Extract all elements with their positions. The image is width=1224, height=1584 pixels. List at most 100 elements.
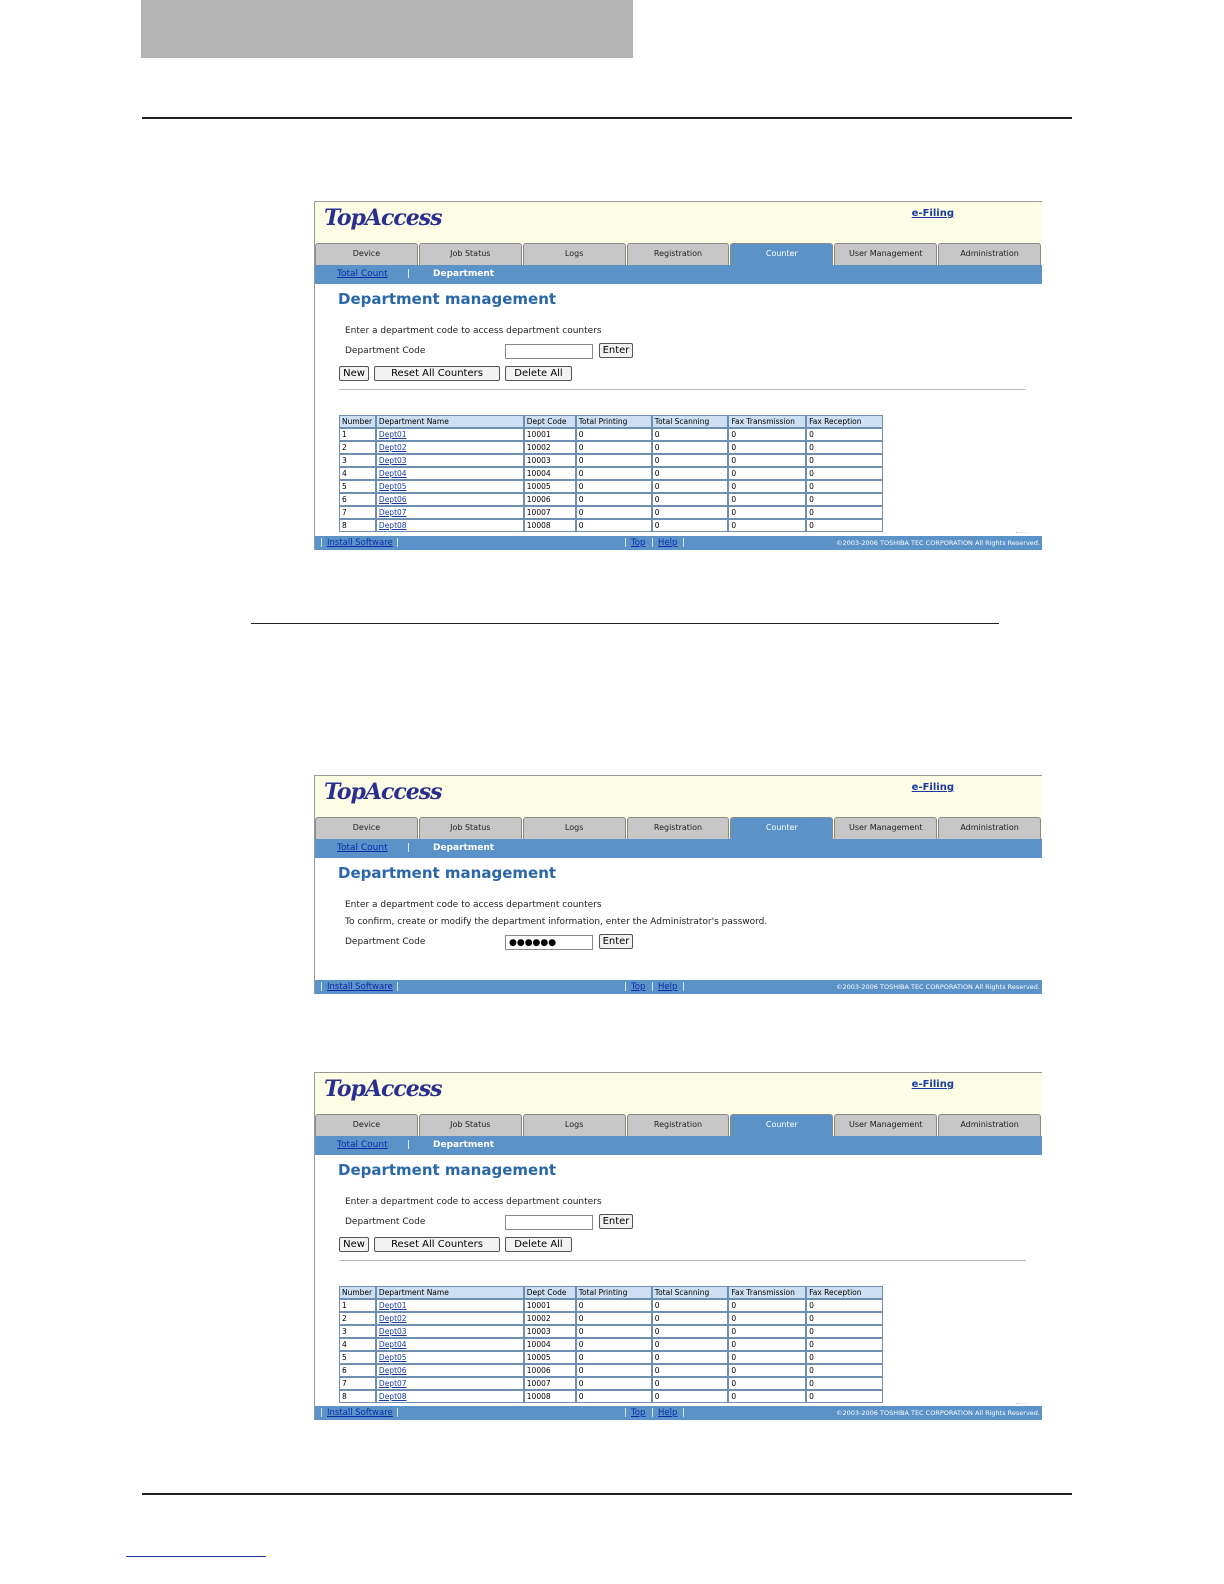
table-scrollbar[interactable]: ▲▼ xyxy=(1016,532,1029,533)
subnav-separator: | xyxy=(407,843,411,853)
column-header: Fax Transmission xyxy=(728,1286,807,1299)
help-link[interactable]: Help xyxy=(658,1408,677,1418)
top-link[interactable]: Top xyxy=(631,982,645,992)
total-count-link[interactable]: Total Count xyxy=(337,1140,388,1150)
table-cell: 0 xyxy=(728,1390,807,1403)
enter-button[interactable]: Enter xyxy=(599,1214,633,1229)
table-cell: 2 xyxy=(339,441,376,454)
department-name-link[interactable]: Dept06 xyxy=(375,1364,524,1377)
bottom-rule xyxy=(142,1493,1072,1495)
table-cell: 10008 xyxy=(523,519,576,532)
table-cell: 0 xyxy=(728,1351,807,1364)
help-link[interactable]: Help xyxy=(658,538,677,548)
dept-code-input[interactable] xyxy=(505,1215,593,1230)
install-software-link[interactable]: Install Software xyxy=(327,1408,393,1418)
topaccess-logo: TopAccess xyxy=(324,779,443,805)
tab-counter[interactable]: Counter xyxy=(730,1114,834,1136)
top-link[interactable]: Top xyxy=(631,538,645,548)
table-header-row: Number Department Name Dept Code Total Prin… xyxy=(339,1286,883,1299)
department-name-link[interactable]: Dept06 xyxy=(375,493,524,506)
reset-all-counters-button[interactable]: Reset All Counters xyxy=(374,366,500,381)
table-cell: 0 xyxy=(728,1299,807,1312)
table-row: 2 Dept02 10002 0 0 0 0 xyxy=(339,1312,883,1325)
help-link[interactable]: Help xyxy=(658,982,677,992)
efiling-link[interactable]: e-Filing xyxy=(912,782,954,793)
table-cell: 0 xyxy=(728,428,807,441)
table-cell: 0 xyxy=(728,1364,807,1377)
install-software-link[interactable]: Install Software xyxy=(327,982,393,992)
tab-bar: Device Job Status Logs Registration Counter U… xyxy=(315,1114,1042,1136)
banner: TopAccess e-Filing xyxy=(315,776,1042,817)
efiling-link[interactable]: e-Filing xyxy=(912,208,954,219)
department-name-link[interactable]: Dept07 xyxy=(375,1377,524,1390)
top-link[interactable]: Top xyxy=(631,1408,645,1418)
department-name-link[interactable]: Dept05 xyxy=(375,1351,524,1364)
delete-all-button[interactable]: Delete All xyxy=(505,1237,572,1252)
table-cell: 10002 xyxy=(523,441,576,454)
tab-user-management[interactable]: User Management xyxy=(834,243,938,265)
tab-administration[interactable]: Administration xyxy=(938,243,1042,265)
department-name-link[interactable]: Dept08 xyxy=(375,519,524,532)
department-name-link[interactable]: Dept02 xyxy=(375,441,524,454)
tab-registration[interactable]: Registration xyxy=(626,1114,730,1136)
footer-pipe: | xyxy=(320,982,323,992)
table-row: 6 Dept06 10006 0 0 0 0 xyxy=(339,1364,883,1377)
table-cell: 0 xyxy=(651,519,729,532)
tab-registration[interactable]: Registration xyxy=(626,243,730,265)
new-button[interactable]: New xyxy=(339,366,369,381)
tab-logs[interactable]: Logs xyxy=(522,817,626,839)
tab-logs[interactable]: Logs xyxy=(522,243,626,265)
sub-navigation: Total Count | Department xyxy=(315,265,1042,284)
department-name-link[interactable]: Dept04 xyxy=(375,1338,524,1351)
tab-device[interactable]: Device xyxy=(315,817,418,839)
enter-button[interactable]: Enter xyxy=(599,343,633,358)
department-name-link[interactable]: Dept02 xyxy=(375,1312,524,1325)
tab-logs[interactable]: Logs xyxy=(522,1114,626,1136)
table-scrollbar[interactable]: ▲▼ xyxy=(1016,1403,1029,1404)
table-row: 4 Dept04 10004 0 0 0 0 xyxy=(339,1338,883,1351)
tab-device[interactable]: Device xyxy=(315,1114,418,1136)
footer-pipe: | xyxy=(651,1408,654,1418)
screenshot-department-password: TopAccess e-Filing Device Job Status Logs Reg… xyxy=(314,775,1042,994)
tab-counter[interactable]: Counter xyxy=(730,243,834,265)
department-name-link[interactable]: Dept05 xyxy=(375,480,524,493)
tab-device[interactable]: Device xyxy=(315,243,418,265)
department-name-link[interactable]: Dept04 xyxy=(375,467,524,480)
column-header: Number xyxy=(339,1286,376,1299)
department-name-link[interactable]: Dept08 xyxy=(375,1390,524,1403)
new-button[interactable]: New xyxy=(339,1237,369,1252)
table-cell: 0 xyxy=(575,1325,652,1338)
table-cell: 1 xyxy=(339,428,376,441)
subnav-separator: | xyxy=(407,1140,411,1150)
department-name-link[interactable]: Dept01 xyxy=(375,428,524,441)
efiling-link[interactable]: e-Filing xyxy=(912,1079,954,1090)
table-cell: 0 xyxy=(575,1390,652,1403)
tab-job-status[interactable]: Job Status xyxy=(418,1114,522,1136)
install-software-link[interactable]: Install Software xyxy=(327,538,393,548)
tab-administration[interactable]: Administration xyxy=(938,1114,1042,1136)
department-name-link[interactable]: Dept03 xyxy=(375,1325,524,1338)
total-count-link[interactable]: Total Count xyxy=(337,843,388,853)
tab-user-management[interactable]: User Management xyxy=(834,817,938,839)
dept-code-input[interactable]: ●●●●●● xyxy=(505,935,593,950)
table-row: 5 Dept05 10005 0 0 0 0 xyxy=(339,1351,883,1364)
department-name-link[interactable]: Dept03 xyxy=(375,454,524,467)
tab-registration[interactable]: Registration xyxy=(626,817,730,839)
tab-counter[interactable]: Counter xyxy=(730,817,834,839)
delete-all-button[interactable]: Delete All xyxy=(505,366,572,381)
tab-job-status[interactable]: Job Status xyxy=(418,243,522,265)
tab-job-status[interactable]: Job Status xyxy=(418,817,522,839)
enter-button[interactable]: Enter xyxy=(599,934,633,949)
department-name-link[interactable]: Dept07 xyxy=(375,506,524,519)
dept-code-input[interactable] xyxy=(505,344,593,359)
tab-user-management[interactable]: User Management xyxy=(834,1114,938,1136)
table-cell: 0 xyxy=(651,1364,729,1377)
department-table-container: Number Department Name Dept Code Total Prin… xyxy=(339,415,1029,533)
total-count-link[interactable]: Total Count xyxy=(337,269,388,279)
department-name-link[interactable]: Dept01 xyxy=(375,1299,524,1312)
tab-administration[interactable]: Administration xyxy=(938,817,1042,839)
instruction-text: Enter a department code to access depart… xyxy=(345,1197,602,1207)
reset-all-counters-button[interactable]: Reset All Counters xyxy=(374,1237,500,1252)
footer-pipe: | xyxy=(320,1408,323,1418)
topaccess-logo: TopAccess xyxy=(324,1076,443,1102)
